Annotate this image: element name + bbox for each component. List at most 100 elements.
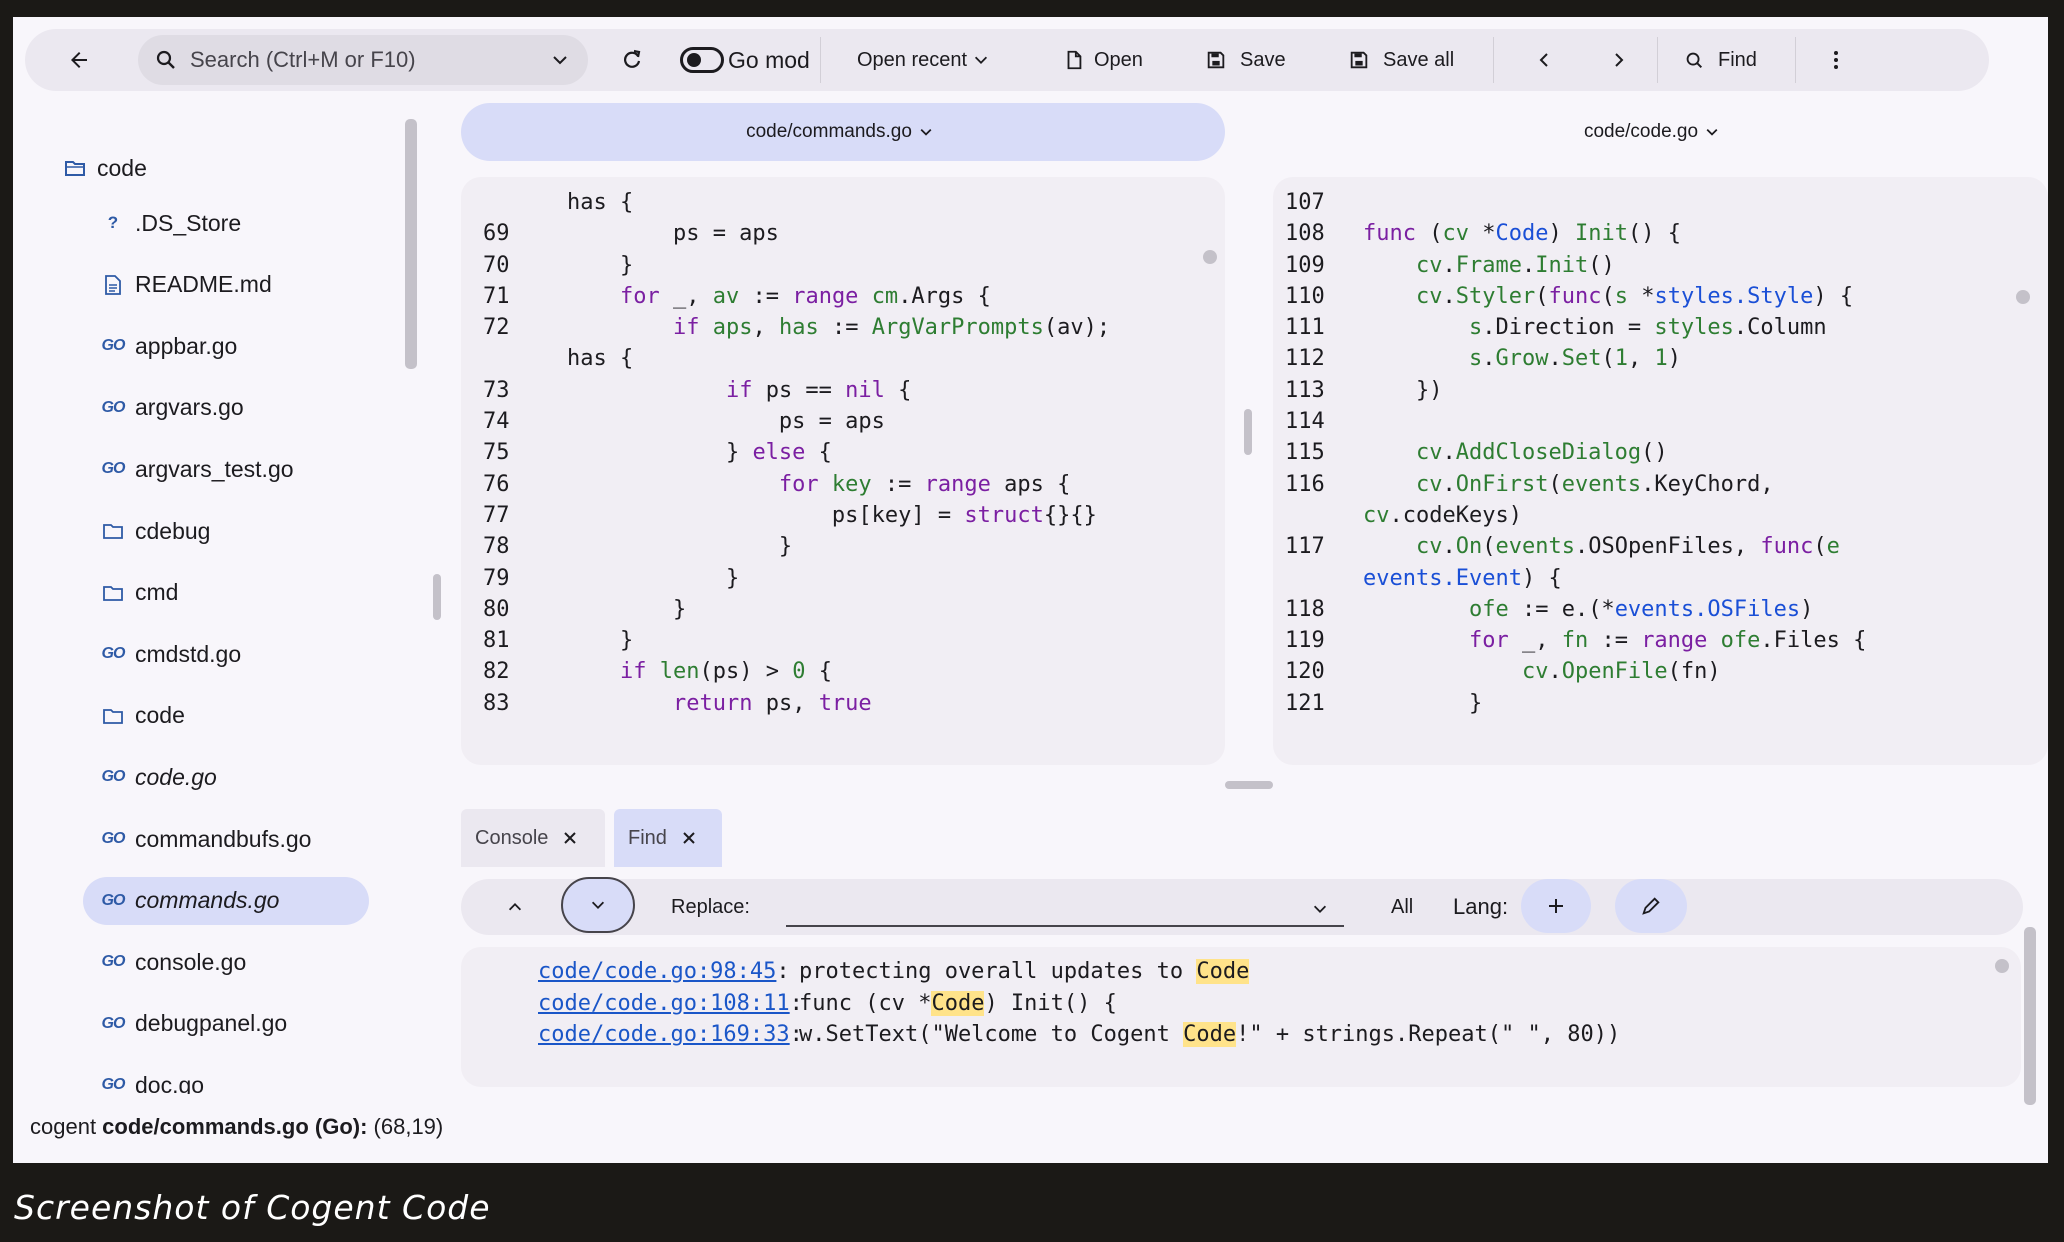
tree-item[interactable]: README.md: [99, 261, 272, 309]
result-location-link[interactable]: code/code.go:108:11:: [538, 991, 803, 1016]
add-lang-button[interactable]: [1521, 879, 1591, 933]
tab-label: Console: [475, 826, 549, 849]
tree-item[interactable]: GO cmdstd.go: [99, 630, 242, 678]
close-icon[interactable]: [556, 824, 584, 852]
tree-item[interactable]: GO code.go: [99, 753, 217, 801]
tree-root-code[interactable]: code: [61, 144, 147, 192]
go-icon: GO: [101, 337, 126, 355]
result-text: func (cv *Code) Init() {: [799, 990, 1117, 1016]
panel-splitter[interactable]: [1225, 781, 1273, 789]
close-icon[interactable]: [675, 824, 703, 852]
tree-item[interactable]: GO commands.go: [83, 876, 369, 925]
result-location-link[interactable]: code/code.go:98:45:: [538, 959, 790, 984]
scroll-indicator[interactable]: [2016, 290, 2030, 304]
edit-lang-button[interactable]: [1615, 879, 1687, 933]
save-all-button[interactable]: Save all: [1345, 29, 1454, 91]
scroll-indicator[interactable]: [1203, 250, 1217, 264]
question-icon: ?: [107, 213, 119, 232]
go-icon: GO: [101, 460, 126, 478]
sidebar-scrollbar[interactable]: [405, 119, 417, 369]
save-all-label: Save all: [1383, 48, 1455, 71]
result-location-link[interactable]: code/code.go:169:33:: [538, 1022, 803, 1047]
open-recent-button[interactable]: Open recent: [857, 29, 995, 91]
tree-item[interactable]: cmd: [99, 569, 178, 617]
next-button[interactable]: [1605, 29, 1633, 91]
file-tree: code ? .DS_Store README.md GO appbar.go GO arg…: [13, 99, 433, 1094]
go-icon: GO: [101, 398, 126, 416]
tree-item[interactable]: GO doc.go: [99, 1061, 205, 1094]
tree-item-label: .DS_Store: [135, 209, 242, 236]
find-prev-button[interactable]: [501, 879, 529, 935]
tree-item[interactable]: GO argvars_test.go: [99, 445, 294, 493]
chevron-down-icon[interactable]: [546, 46, 574, 74]
tab-find[interactable]: Find: [614, 809, 722, 867]
chevron-down-icon: [584, 891, 612, 919]
match-highlight: Code: [931, 990, 985, 1016]
tree-item-label: appbar.go: [135, 332, 238, 359]
divider: [1795, 37, 1796, 83]
editor-tab-right[interactable]: code/code.go: [1273, 103, 2037, 161]
tree-item-label: code.go: [135, 763, 217, 790]
go-mod-toggle[interactable]: Go mod: [680, 29, 810, 91]
divider: [820, 37, 821, 83]
code-editor-left[interactable]: 69 70 71 72 73 74 75 76 77 78 79 80 81 8…: [461, 177, 1225, 765]
go-icon: GO: [101, 645, 126, 663]
sidebar-splitter[interactable]: [433, 574, 441, 620]
save-button[interactable]: Save: [1202, 29, 1286, 91]
tree-item-label: README.md: [135, 271, 272, 298]
code-text: has { ps = aps } for _, av := range cm.A…: [567, 190, 1111, 716]
code-editor-right[interactable]: 107 108 109 110 111 112 113 114 115 116 …: [1273, 177, 2048, 765]
status-position: (68,19): [367, 1114, 444, 1139]
tree-item[interactable]: GO appbar.go: [99, 322, 238, 370]
folder-icon: [99, 707, 127, 725]
editor-tab-left[interactable]: code/commands.go: [461, 103, 1225, 161]
result-link[interactable]: code/code.go:108:11: [538, 991, 790, 1016]
go-icon: GO: [101, 891, 126, 909]
tree-item-label: commands.go: [135, 887, 280, 914]
editor-splitter[interactable]: [1244, 409, 1252, 455]
go-icon: GO: [101, 830, 126, 847]
plus-icon: [1542, 892, 1570, 920]
tree-item[interactable]: GO debugpanel.go: [99, 1000, 288, 1048]
match-highlight: Code: [1183, 1022, 1237, 1047]
tab-console[interactable]: Console: [461, 809, 605, 867]
line-numbers: 69 70 71 72 73 74 75 76 77 78 79 80 81 8…: [483, 221, 510, 716]
tree-item[interactable]: ? .DS_Store: [99, 199, 241, 247]
app-window: Search (Ctrl+M or F10) Go mod Open recen…: [13, 17, 2048, 1163]
tab-label: code/commands.go: [746, 121, 912, 142]
tree-item-label: argvars_test.go: [135, 455, 294, 482]
search-input[interactable]: Search (Ctrl+M or F10): [138, 35, 588, 85]
refresh-button[interactable]: [618, 29, 646, 91]
folder-icon: [99, 584, 127, 602]
replace-input[interactable]: [786, 891, 1344, 927]
result-link[interactable]: code/code.go:98:45: [538, 959, 776, 984]
arrow-left-icon: [65, 46, 93, 74]
go-icon: GO: [101, 953, 126, 971]
chevron-down-icon: [1698, 118, 1726, 146]
chevron-down-icon: [967, 46, 995, 74]
tree-item[interactable]: GO commandbufs.go: [99, 815, 312, 863]
divider: [1657, 37, 1658, 83]
open-button[interactable]: Open: [1060, 29, 1143, 91]
find-results: code/code.go:98:45: protecting overall up…: [461, 947, 2021, 1087]
result-link[interactable]: code/code.go:169:33: [538, 1022, 790, 1047]
scroll-indicator[interactable]: [1995, 959, 2009, 973]
replace-all-button[interactable]: All: [1391, 879, 1413, 935]
tree-item[interactable]: cdebug: [99, 507, 210, 555]
toolbar: Search (Ctrl+M or F10) Go mod Open recen…: [25, 29, 1989, 91]
find-button[interactable]: Find: [1680, 29, 1757, 91]
chevron-down-icon[interactable]: [1306, 895, 1334, 923]
tree-item-label: debugpanel.go: [135, 1010, 288, 1037]
back-button[interactable]: [65, 29, 93, 91]
tree-item[interactable]: code: [99, 692, 185, 740]
results-scrollbar[interactable]: [2024, 927, 2036, 1105]
line-numbers: 107 108 109 110 111 112 113 114 115 116 …: [1285, 190, 1325, 716]
tree-item-label: cmdstd.go: [135, 640, 242, 667]
replace-label: Replace:: [671, 895, 750, 918]
tree-item[interactable]: GO console.go: [99, 938, 247, 986]
find-next-button[interactable]: [561, 877, 635, 933]
tab-label: Find: [628, 826, 667, 849]
prev-button[interactable]: [1530, 29, 1558, 91]
more-button[interactable]: [1822, 29, 1850, 91]
tree-item[interactable]: GO argvars.go: [99, 384, 244, 432]
